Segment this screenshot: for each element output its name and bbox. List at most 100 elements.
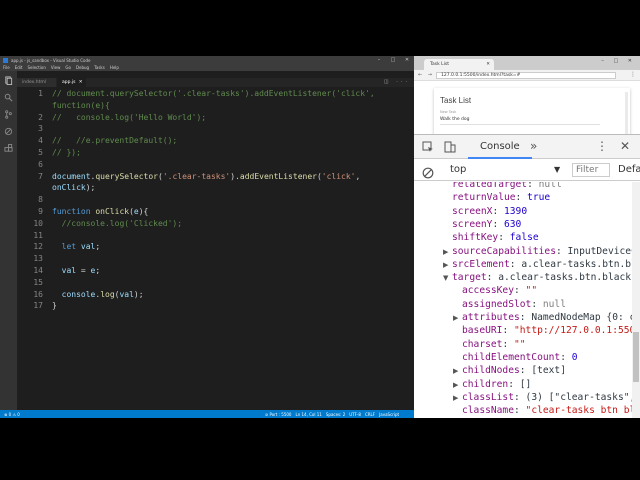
problems-count[interactable]: ⊗ 0 ⚠ 0 — [4, 412, 20, 417]
console-property[interactable]: childNodes: [text] — [462, 365, 566, 377]
more-tabs-icon[interactable]: » — [530, 135, 537, 157]
console-filter-input[interactable]: Filter — [572, 163, 610, 177]
console-property[interactable]: returnValue: true — [452, 192, 550, 204]
editor-actions[interactable]: ◫ ··· — [384, 78, 410, 87]
code-line[interactable]: onClick); — [52, 183, 95, 192]
property-value: null — [538, 182, 562, 190]
expand-triangle-icon[interactable]: ▶ — [453, 365, 458, 377]
menu-go[interactable]: Go — [65, 65, 71, 70]
menu-help[interactable]: Help — [110, 65, 119, 70]
live-server-port[interactable]: ⊘ Port : 5500 — [265, 412, 292, 417]
code-line[interactable]: console.log(val); — [52, 290, 144, 299]
menu-selection[interactable]: Selection — [27, 65, 45, 70]
minimize-icon[interactable]: – — [372, 56, 386, 64]
language-mode[interactable]: JavaScript — [379, 412, 399, 417]
console-property[interactable]: shiftKey: false — [452, 232, 539, 244]
console-property[interactable]: children: [] — [462, 379, 531, 391]
expand-triangle-icon[interactable]: ▶ — [443, 246, 448, 258]
line-endings[interactable]: CRLF — [365, 412, 375, 417]
code-line[interactable]: // //e.preventDefault(); — [52, 136, 177, 145]
close-tab-icon[interactable]: ✕ — [79, 78, 83, 87]
menu-view[interactable]: View — [51, 65, 61, 70]
console-property[interactable]: srcElement: a.clear-tasks.btn.bla — [452, 259, 632, 271]
expand-triangle-icon[interactable]: ▶ — [453, 312, 458, 324]
code-line[interactable]: // console.log('Hello World'); — [52, 113, 206, 122]
code-line[interactable]: val = e; — [52, 266, 101, 275]
code-line[interactable]: document.querySelector('.clear-tasks').a… — [52, 172, 360, 181]
code-line[interactable]: // document.querySelector('.clear-tasks'… — [52, 89, 375, 98]
menu-tasks[interactable]: Tasks — [94, 65, 105, 70]
console-property[interactable]: assignedSlot: null — [462, 299, 566, 311]
context-selector[interactable]: top — [450, 161, 466, 179]
tab-app-js[interactable]: app.js ✕ — [57, 78, 86, 87]
search-icon[interactable] — [4, 93, 13, 102]
property-value: a.clear-tasks.btn.black — [498, 272, 632, 284]
log-level-select[interactable]: Default levels — [618, 161, 640, 179]
code-line[interactable]: function onClick(e){ — [52, 207, 148, 216]
code-line[interactable]: function(e){ — [52, 101, 110, 110]
source-control-icon[interactable] — [4, 110, 13, 119]
tab-index-html[interactable]: index.html — [17, 78, 56, 87]
console-property[interactable]: target: a.clear-tasks.btn.black — [452, 272, 631, 284]
encoding[interactable]: UTF-8 — [349, 412, 361, 417]
line-number: 1 — [38, 89, 43, 98]
console-property[interactable]: screenX: 1390 — [452, 206, 527, 218]
explorer-icon[interactable] — [4, 76, 13, 85]
property-key: screenY — [452, 218, 493, 230]
close-icon[interactable]: ✕ — [400, 56, 414, 64]
address-bar[interactable]: 127.0.0.1:5500/index.html?task=# — [436, 72, 616, 79]
property-value: true — [527, 192, 551, 204]
console-property[interactable]: className: "clear-tasks btn bla — [462, 405, 632, 417]
property-key: target — [452, 272, 487, 284]
console-property[interactable]: baseURI: "http://127.0.0.1:5500 — [462, 325, 632, 337]
window-controls[interactable]: – □ ✕ — [601, 58, 636, 64]
inspect-element-icon[interactable] — [422, 141, 434, 153]
device-toolbar-icon[interactable] — [444, 141, 456, 153]
extensions-icon[interactable] — [4, 144, 13, 153]
chevron-down-icon[interactable]: ▼ — [554, 161, 560, 179]
code-line[interactable]: } — [52, 301, 57, 310]
task-item[interactable]: Walk the dog — [440, 117, 600, 125]
chrome-tab[interactable]: Task List ✕ — [424, 59, 494, 70]
console-property[interactable]: charset: "" — [462, 339, 526, 351]
console-property[interactable]: classList: (3) ["clear-tasks", — [462, 392, 632, 404]
expand-triangle-icon[interactable]: ▶ — [453, 379, 458, 391]
code-editor[interactable]: 1 // document.querySelector('.clear-tasks… — [17, 87, 414, 410]
code-line[interactable]: let val; — [52, 242, 101, 251]
property-key: shiftKey — [452, 232, 499, 244]
maximize-icon[interactable]: □ — [386, 56, 400, 64]
property-value: a.clear-tasks.btn.bla — [521, 258, 632, 270]
code-line[interactable]: // }); — [52, 148, 81, 157]
vscode-logo-icon — [3, 57, 8, 63]
line-number: 2 — [38, 112, 43, 122]
devtools-menu-icon[interactable]: ⋮ — [596, 135, 608, 157]
line-number: 3 — [38, 124, 43, 134]
indentation[interactable]: Spaces: 2 — [326, 412, 345, 417]
expand-triangle-icon[interactable]: ▶ — [443, 259, 448, 271]
scrollbar-thumb[interactable] — [633, 332, 639, 382]
close-tab-icon[interactable]: ✕ — [486, 59, 490, 70]
property-value: (3) ["clear-tasks", — [525, 391, 632, 403]
console-property[interactable]: childElementCount: 0 — [462, 352, 578, 364]
menu-debug[interactable]: Debug — [76, 65, 89, 70]
property-value: [] — [519, 378, 532, 390]
console-scrollbar[interactable] — [632, 182, 640, 418]
cursor-position[interactable]: Ln 14, Col 11 — [295, 412, 321, 417]
tab-console[interactable]: Console — [468, 135, 532, 159]
chrome-menu-icon[interactable]: ⋮ — [630, 71, 636, 78]
console-property[interactable]: relatedTarget: null — [452, 182, 562, 191]
debug-icon[interactable] — [4, 127, 13, 136]
tab-label: index.html — [22, 80, 46, 85]
menu-file[interactable]: File — [3, 65, 10, 70]
console-property[interactable]: screenY: 630 — [452, 219, 521, 231]
close-devtools-icon[interactable]: ✕ — [620, 135, 630, 157]
property-key: screenX — [452, 205, 493, 217]
console-property[interactable]: sourceCapabilities: InputDeviceCa — [452, 246, 632, 258]
console-property[interactable]: attributes: NamedNodeMap {0: cl — [462, 312, 632, 324]
console-property[interactable]: accessKey: "" — [462, 285, 537, 297]
code-line[interactable]: //console.log('Clicked'); — [52, 219, 182, 228]
menu-edit[interactable]: Edit — [15, 65, 23, 70]
expand-triangle-icon[interactable]: ▶ — [453, 392, 458, 404]
clear-console-icon[interactable] — [422, 164, 434, 179]
collapse-triangle-icon[interactable]: ▼ — [443, 272, 448, 284]
